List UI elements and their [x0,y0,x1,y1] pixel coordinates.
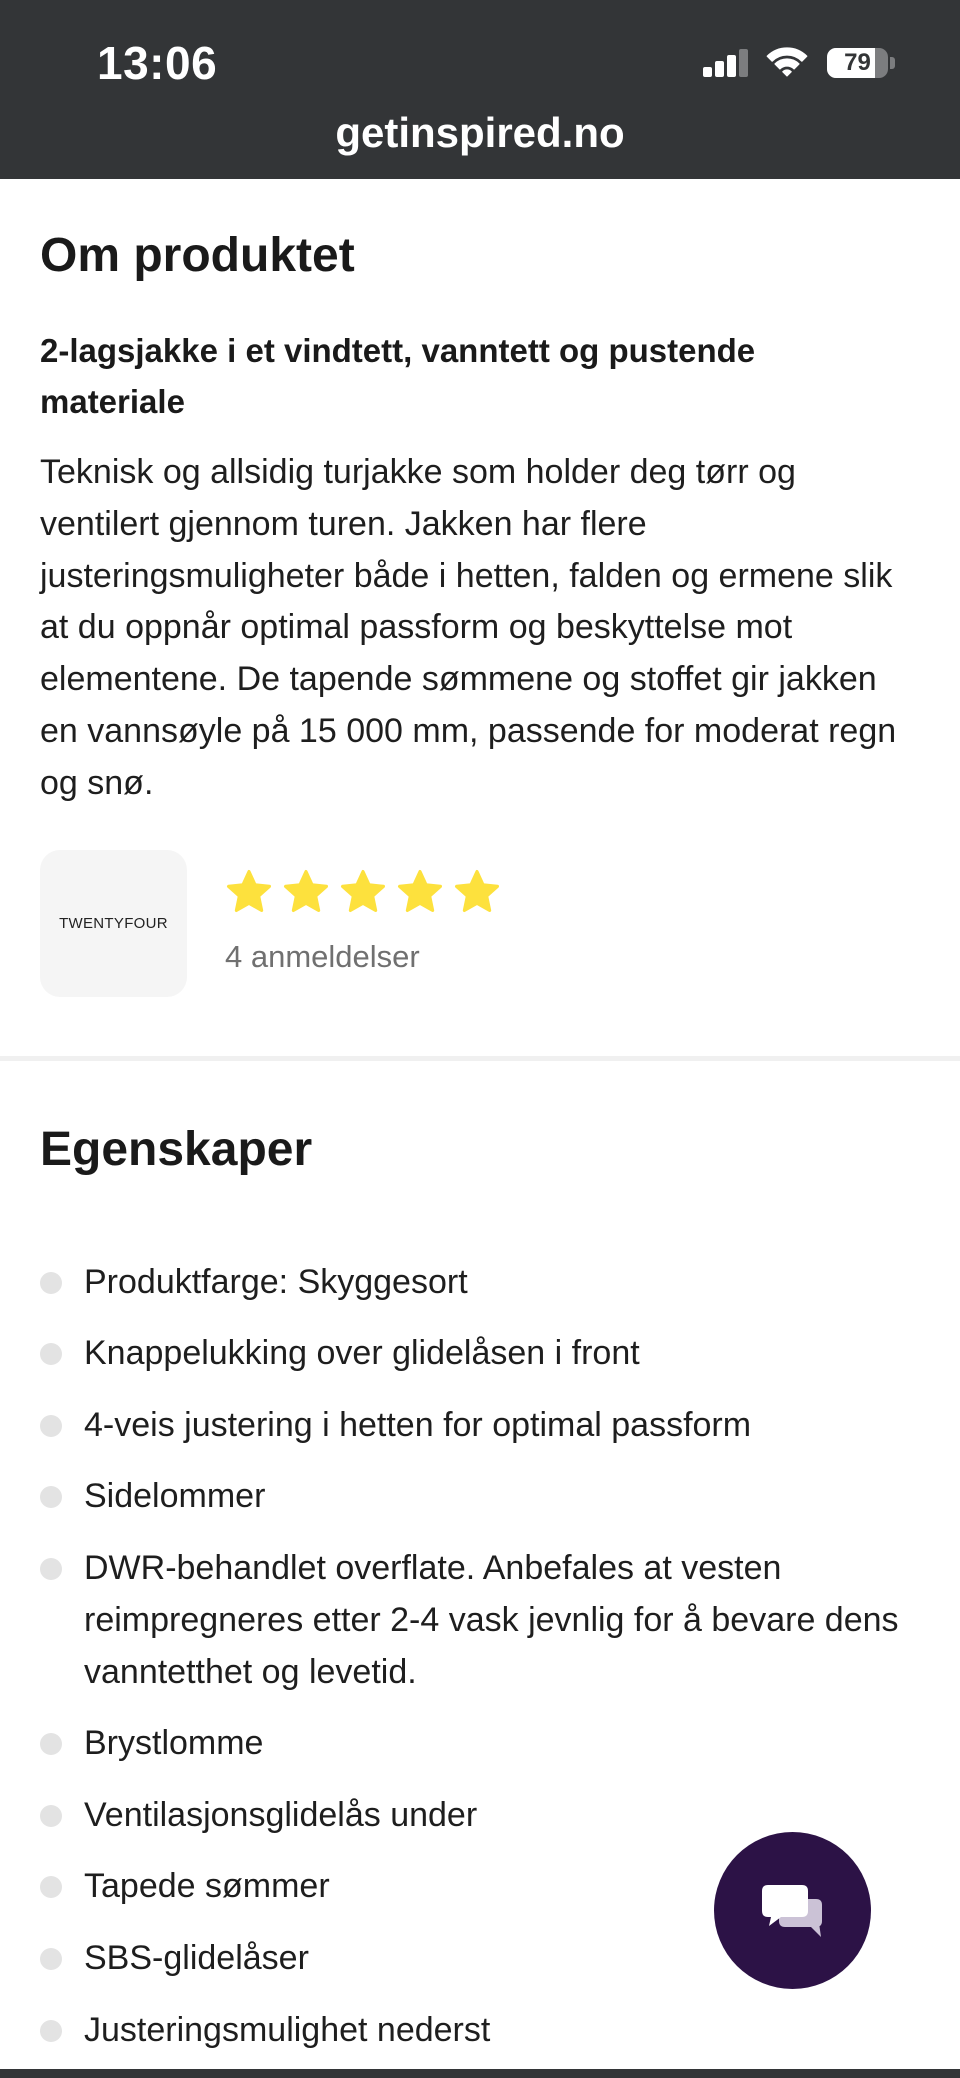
feature-text: Ventilasjonsglidelås under [84,1795,478,1834]
bullet-dot [40,1271,62,1294]
feature-text: SBS-glidelåser [84,1938,309,1977]
status-time: 13:06 [97,37,218,89]
bullet-dot [40,1947,62,1970]
cellular-signal-icon [703,47,749,77]
wifi-icon [766,47,808,77]
star-icon [396,868,444,916]
feature-text: Tapede sømmer [84,1867,330,1906]
star-icon [339,868,387,916]
brand-logo-text: TWENTYFOUR [59,914,168,932]
about-product-title: Om produktet [40,229,355,282]
product-description: Teknisk og allsidig turjakke som holder … [40,453,897,802]
signal-bar [715,61,724,77]
feature-item: Justeringsmulighet nederst [40,2005,920,2057]
feature-text: 4-veis justering i hetten for optimal pa… [84,1405,752,1444]
status-bar: 13:06 79 getinspired.no [0,0,960,179]
features-title: Egenskaper [40,1122,313,1176]
battery-level-text: 79 [844,49,871,76]
feature-item: Sidelommer [40,1471,920,1523]
feature-item: Brystlomme [40,1718,920,1770]
product-subtitle: 2-lagsjakke i et vindtett, vanntett og p… [40,332,756,420]
feature-text: DWR-behandlet overflate. Anbefales at ve… [84,1548,899,1691]
chat-button[interactable] [714,1832,871,1989]
star-icon [282,868,330,916]
feature-text: Justeringsmulighet nederst [84,2010,491,2049]
star-icon [225,868,273,916]
bullet-dot [40,1343,62,1366]
feature-text: Produktfarge: Skyggesort [84,1262,468,1301]
signal-bar [727,55,736,77]
feature-item: Produktfarge: Skyggesort [40,1257,920,1309]
bottom-toolbar-edge [0,2069,960,2078]
review-count-link[interactable]: 4 anmeldelser [225,937,510,977]
star-icon [453,868,501,916]
star-rating [225,868,510,916]
feature-text: Knappelukking over glidelåsen i front [84,1334,640,1373]
signal-bar [703,67,712,77]
feature-text: Sidelommer [84,1477,266,1516]
feature-text: Brystlomme [84,1724,264,1763]
bullet-dot [40,1804,62,1827]
address-bar-url[interactable]: getinspired.no [0,110,960,156]
battery-icon: 79 [827,48,888,78]
bullet-dot [40,1486,62,1509]
bullet-dot [40,1557,62,1580]
bullet-dot [40,1733,62,1756]
bullet-dot [40,2019,62,2042]
battery-cap [890,57,895,69]
feature-item: Knappelukking over glidelåsen i front [40,1328,920,1380]
feature-item: 4-veis justering i hetten for optimal pa… [40,1400,920,1452]
chat-bubbles-icon [761,1884,822,1937]
about-product-section: Om produktet 2-lagsjakke i et vindtett, … [0,226,960,997]
section-divider [0,1055,960,1061]
signal-bar [739,49,748,77]
rating-summary[interactable]: 4 anmeldelser [225,850,510,997]
feature-item: DWR-behandlet overflate. Anbefales at ve… [40,1543,920,1698]
brand-logo-button[interactable]: TWENTYFOUR [40,849,187,997]
bullet-dot [40,1876,62,1899]
bullet-dot [40,1414,62,1437]
brand-rating-row: TWENTYFOUR 4 anmeldelser [40,849,920,997]
